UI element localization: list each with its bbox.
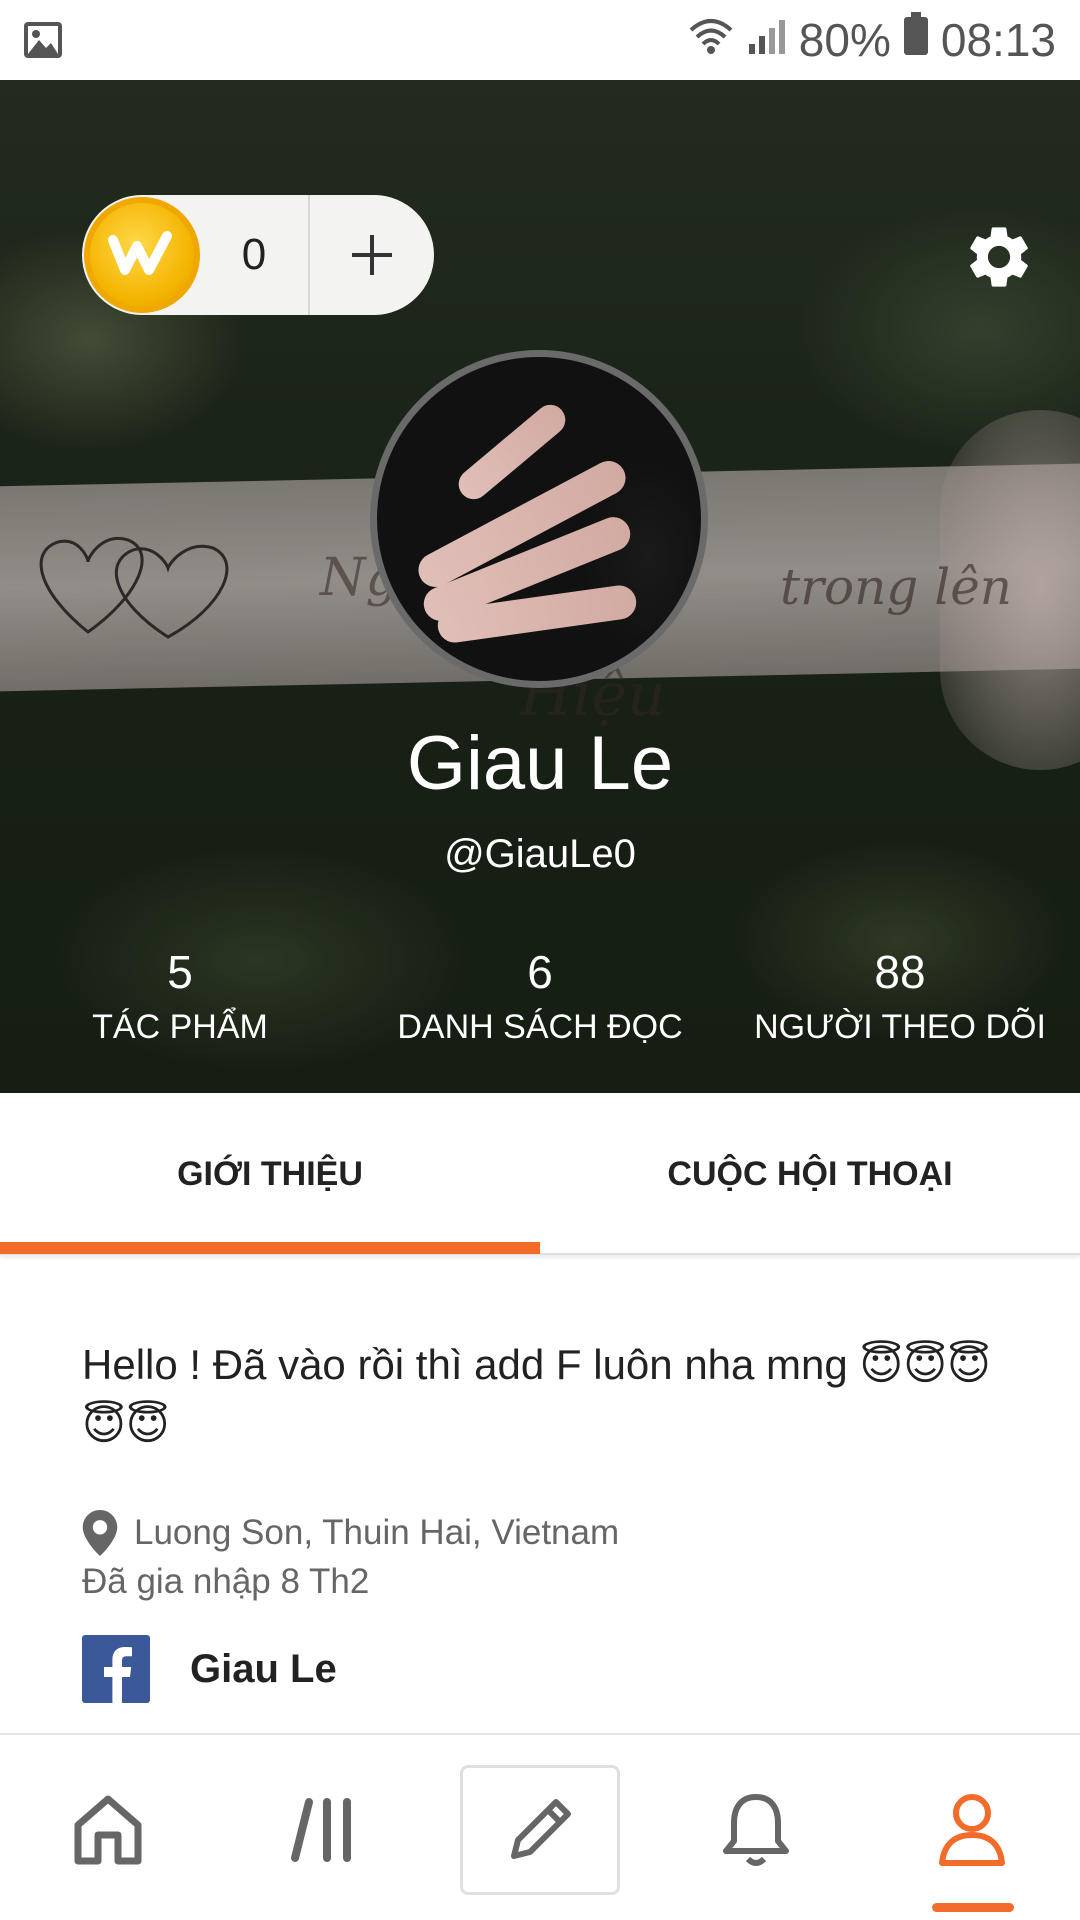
stat-label: NGƯỜI THEO DÕI xyxy=(754,1008,1046,1046)
stat-value: 6 xyxy=(527,946,553,998)
settings-button[interactable] xyxy=(962,220,1036,294)
signal-icon xyxy=(747,13,787,67)
nav-home[interactable] xyxy=(0,1735,216,1920)
username: @GiauLe0 xyxy=(444,832,636,876)
facebook-link[interactable]: Giau Le xyxy=(82,1635,337,1703)
bell-icon xyxy=(723,1793,789,1866)
stat-reading-lists[interactable]: 6 DANH SÁCH ĐỌC xyxy=(360,942,720,1052)
bio-text: Hello ! Đã vào rồi thì add F luôn nha mn… xyxy=(82,1341,991,1448)
location: Luong Son, Thuin Hai, Vietnam xyxy=(82,1510,619,1556)
nav-library[interactable] xyxy=(216,1735,432,1920)
facebook-icon xyxy=(82,1635,150,1703)
profile-icon xyxy=(939,1793,1005,1866)
library-icon xyxy=(291,1797,351,1862)
nav-profile[interactable] xyxy=(864,1735,1080,1920)
profile-tabs: GIỚI THIỆU CUỘC HỘI THOẠI xyxy=(0,1093,1080,1255)
profile-stats: 5 TÁC PHẨM 6 DANH SÁCH ĐỌC 88 NGƯỜI THEO… xyxy=(0,942,1080,1052)
coin-wallet[interactable]: 0 xyxy=(82,195,434,315)
gallery-notification-icon xyxy=(22,20,64,65)
stat-followers[interactable]: 88 NGƯỜI THEO DÕI xyxy=(720,942,1080,1052)
coin-count: 0 xyxy=(241,230,267,279)
joined-date: Đã gia nhập 8 Th2 xyxy=(82,1562,370,1601)
buy-coins-button[interactable] xyxy=(310,233,434,277)
nav-active-indicator xyxy=(932,1903,1014,1912)
home-icon xyxy=(74,1795,142,1864)
wattpad-coin-icon xyxy=(84,197,200,313)
status-bar: 80% 08:13 xyxy=(0,0,1080,80)
stat-works[interactable]: 5 TÁC PHẨM xyxy=(0,942,360,1052)
display-name: Giau Le xyxy=(406,721,674,806)
battery-percent: 80% xyxy=(798,13,891,66)
location-text: Luong Son, Thuin Hai, Vietnam xyxy=(134,1513,620,1552)
wifi-icon xyxy=(687,13,735,67)
battery-icon xyxy=(903,12,929,67)
stat-label: DANH SÁCH ĐỌC xyxy=(397,1008,683,1046)
tab-conversations[interactable]: CUỘC HỘI THOẠI xyxy=(540,1093,1080,1255)
avatar[interactable] xyxy=(370,350,708,688)
gear-icon xyxy=(970,227,1028,287)
tab-active-indicator xyxy=(0,1242,540,1254)
clock: 08:13 xyxy=(940,13,1056,66)
pencil-icon xyxy=(511,1799,571,1859)
location-pin-icon xyxy=(82,1510,118,1556)
nav-write[interactable] xyxy=(460,1765,620,1895)
bottom-navigation xyxy=(0,1733,1080,1920)
stat-label: TÁC PHẨM xyxy=(92,1008,268,1046)
stat-value: 5 xyxy=(167,946,193,998)
profile-header: Ng trong lên Hiệu 0 Giau Le @GiauLe0 5 T… xyxy=(0,80,1080,1093)
plus-icon xyxy=(352,235,392,275)
facebook-name: Giau Le xyxy=(190,1646,337,1691)
tab-about[interactable]: GIỚI THIỆU xyxy=(0,1093,540,1255)
stat-value: 88 xyxy=(874,946,926,998)
nav-notifications[interactable] xyxy=(648,1735,864,1920)
